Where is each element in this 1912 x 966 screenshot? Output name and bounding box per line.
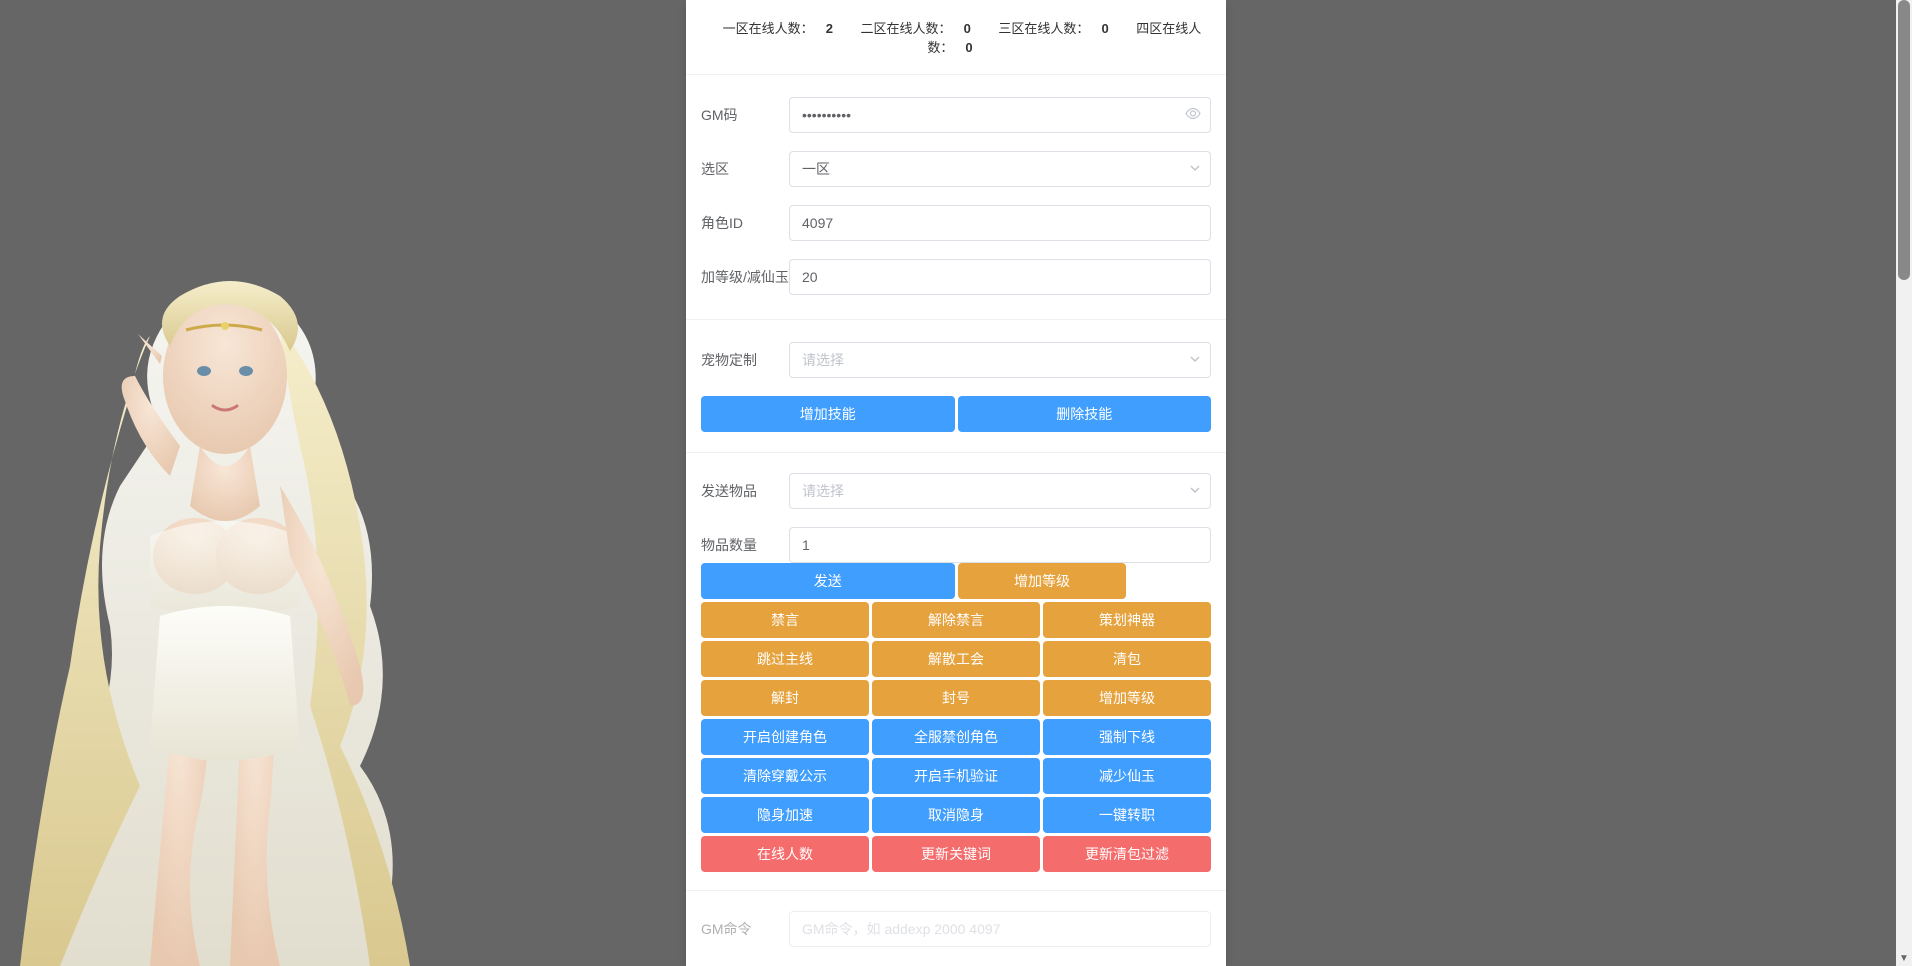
send-item-label: 发送物品 — [701, 481, 789, 501]
unmute-button[interactable]: 解除禁言 — [872, 602, 1040, 638]
scrollbar[interactable]: ▲ ▼ — [1896, 0, 1912, 966]
clear-bag-button[interactable]: 清包 — [1043, 641, 1211, 677]
ban-button[interactable]: 封号 — [872, 680, 1040, 716]
reduce-jade-button[interactable]: 减少仙玉 — [1043, 758, 1211, 794]
update-keyword-button[interactable]: 更新关键词 — [872, 836, 1040, 872]
cancel-stealth-button[interactable]: 取消隐身 — [872, 797, 1040, 833]
item-count-label: 物品数量 — [701, 535, 789, 555]
enable-create-role-button[interactable]: 开启创建角色 — [701, 719, 869, 755]
send-button[interactable]: 发送 — [701, 563, 955, 599]
level-jade-label: 加等级/减仙玉 — [701, 267, 789, 287]
gm-code-label: GM码 — [701, 105, 789, 125]
eye-icon[interactable] — [1185, 106, 1201, 125]
unban-button[interactable]: 解封 — [701, 680, 869, 716]
force-offline-button[interactable]: 强制下线 — [1043, 719, 1211, 755]
skip-main-button[interactable]: 跳过主线 — [701, 641, 869, 677]
role-id-input[interactable] — [789, 205, 1211, 241]
item-count-input[interactable] — [789, 527, 1211, 563]
pet-custom-label: 宠物定制 — [701, 350, 789, 370]
clear-wear-display-button[interactable]: 清除穿戴公示 — [701, 758, 869, 794]
zone2-label: 二区在线人数：0 — [855, 21, 977, 36]
online-count-button[interactable]: 在线人数 — [701, 836, 869, 872]
send-item-select[interactable] — [789, 473, 1211, 509]
zone-label: 选区 — [701, 159, 789, 179]
admin-panel: 一区在线人数：2 二区在线人数：0 三区在线人数：0 四区在线人数：0 GM码 … — [686, 0, 1226, 966]
zone3-label: 三区在线人数：0 — [992, 21, 1114, 36]
zone1-label: 一区在线人数：2 — [717, 21, 839, 36]
disband-guild-button[interactable]: 解散工会 — [872, 641, 1040, 677]
stealth-speed-button[interactable]: 隐身加速 — [701, 797, 869, 833]
update-clearbag-filter-button[interactable]: 更新清包过滤 — [1043, 836, 1211, 872]
zone-select[interactable] — [789, 151, 1211, 187]
scrollbar-thumb[interactable] — [1898, 0, 1910, 280]
gm-command-label: GM命令 — [701, 919, 789, 939]
gm-command-input[interactable] — [789, 911, 1211, 947]
pet-custom-select[interactable] — [789, 342, 1211, 378]
add-level-top-button[interactable]: 增加等级 — [958, 563, 1127, 599]
delete-skill-button[interactable]: 删除技能 — [958, 396, 1212, 432]
add-skill-button[interactable]: 增加技能 — [701, 396, 955, 432]
role-id-label: 角色ID — [701, 213, 789, 233]
mute-button[interactable]: 禁言 — [701, 602, 869, 638]
enable-phone-verify-button[interactable]: 开启手机验证 — [872, 758, 1040, 794]
disable-create-role-button[interactable]: 全服禁创角色 — [872, 719, 1040, 755]
level-jade-input[interactable] — [789, 259, 1211, 295]
background-character-image — [0, 246, 430, 966]
one-click-transfer-button[interactable]: 一键转职 — [1043, 797, 1211, 833]
scroll-down-icon[interactable]: ▼ — [1896, 950, 1912, 966]
add-level-button[interactable]: 增加等级 — [1043, 680, 1211, 716]
designer-artifact-button[interactable]: 策划神器 — [1043, 602, 1211, 638]
gm-code-input[interactable] — [789, 97, 1211, 133]
online-count-header: 一区在线人数：2 二区在线人数：0 三区在线人数：0 四区在线人数：0 — [686, 0, 1226, 75]
